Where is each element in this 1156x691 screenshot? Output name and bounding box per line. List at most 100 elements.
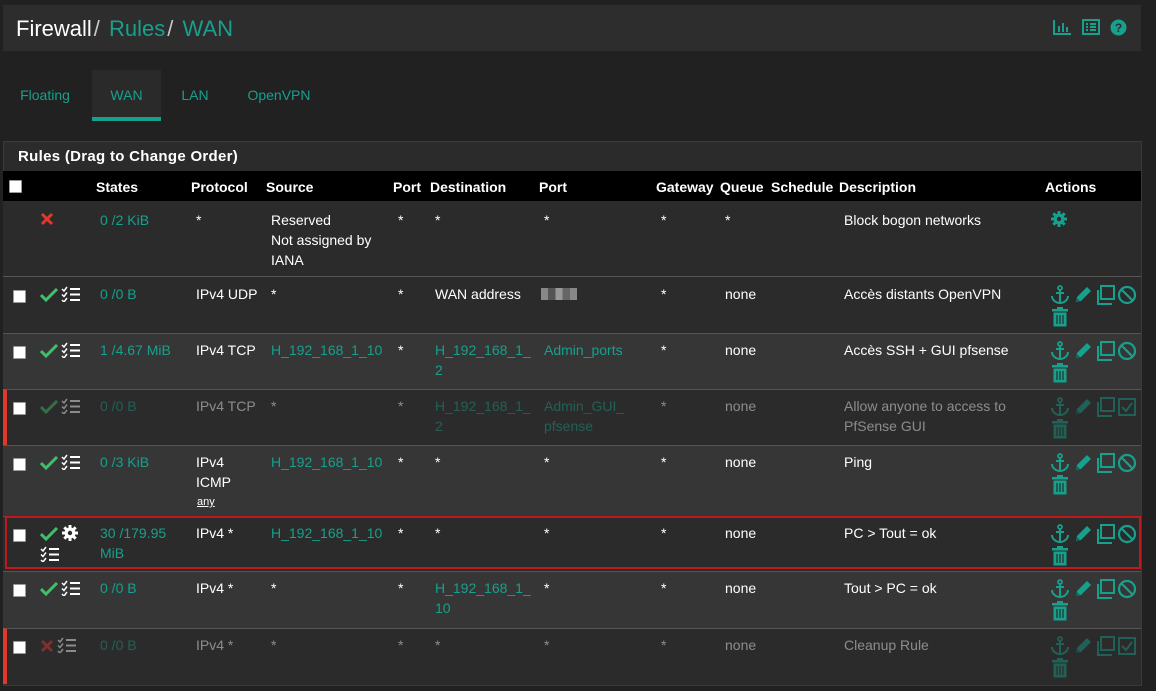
trash-icon[interactable]: [1051, 546, 1069, 566]
states-link[interactable]: 0 /0 B: [100, 635, 137, 655]
copy-icon[interactable]: [1095, 397, 1115, 417]
table-row[interactable]: 0 /0 B IPv4 UDP * * WAN address * none A…: [3, 276, 1141, 333]
destination-alias-link[interactable]: H_192_168_1_: [435, 578, 531, 598]
col-queue: Queue: [720, 179, 764, 195]
edit-pencil-icon[interactable]: [1073, 285, 1093, 305]
enable-checkbox-icon[interactable]: [1117, 397, 1137, 417]
table-row[interactable]: 0 /3 KiB IPv4 ICMP any H_192_168_1_10 * …: [3, 445, 1141, 516]
select-all-checkbox[interactable]: [9, 180, 22, 193]
table-row[interactable]: 0 /0 B IPv4 * * * H_192_168_1_ 10 * * no…: [3, 571, 1141, 628]
copy-icon[interactable]: [1095, 524, 1115, 544]
pass-check-icon: [40, 582, 58, 596]
tab-openvpn[interactable]: OpenVPN: [238, 70, 320, 118]
trash-icon[interactable]: [1051, 475, 1069, 495]
destination-alias-link[interactable]: 10: [435, 598, 451, 618]
anchor-icon[interactable]: [1050, 285, 1070, 305]
edit-pencil-icon[interactable]: [1073, 341, 1093, 361]
trash-icon[interactable]: [1051, 307, 1069, 327]
dest-port-alias-link[interactable]: pfsense: [544, 416, 593, 436]
destination-cell: WAN address: [435, 286, 521, 302]
icmp-type-link[interactable]: any: [197, 492, 215, 512]
states-link[interactable]: 0 /0 B: [100, 396, 137, 416]
copy-icon[interactable]: [1095, 636, 1115, 656]
row-checkbox[interactable]: [13, 584, 26, 597]
destination-alias-link[interactable]: 2: [435, 360, 443, 380]
chart-icon[interactable]: [1053, 19, 1072, 36]
destination-alias-link[interactable]: 2: [435, 416, 443, 436]
anchor-icon[interactable]: [1050, 524, 1070, 544]
states-link[interactable]: 30 /179.95: [100, 523, 166, 543]
dest-port-alias-link[interactable]: Admin_ports: [544, 340, 623, 360]
panel-title: Rules (Drag to Change Order): [18, 148, 239, 165]
tab-wan[interactable]: WAN: [92, 70, 161, 121]
states-link[interactable]: 0 /0 B: [100, 284, 137, 304]
row-checkbox[interactable]: [13, 529, 26, 542]
pass-check-icon: [40, 344, 58, 358]
destination-alias-link[interactable]: H_192_168_1_: [435, 340, 531, 360]
trash-icon[interactable]: [1051, 419, 1069, 439]
list-icon[interactable]: [1082, 19, 1100, 36]
port-cell: *: [398, 342, 404, 358]
tab-lan[interactable]: LAN: [172, 70, 218, 118]
description-cell: Allow anyone to access to: [844, 398, 1006, 414]
destination-alias-link[interactable]: H_192_168_1_: [435, 396, 531, 416]
anchor-icon[interactable]: [1050, 636, 1070, 656]
disable-ban-icon[interactable]: [1117, 285, 1137, 305]
enable-checkbox-icon[interactable]: [1117, 636, 1137, 656]
copy-icon[interactable]: [1095, 285, 1115, 305]
source-cell: *: [271, 580, 277, 596]
copy-icon[interactable]: [1095, 341, 1115, 361]
table-row-selected[interactable]: 30 /179.95 MiB IPv4 * H_192_168_1_10 * *…: [3, 516, 1141, 571]
row-checkbox[interactable]: [13, 458, 26, 471]
row-checkbox[interactable]: [13, 641, 26, 654]
trash-icon[interactable]: [1051, 658, 1069, 678]
states-link[interactable]: 0 /2 KiB: [100, 210, 149, 230]
row-checkbox[interactable]: [13, 290, 26, 303]
copy-icon[interactable]: [1095, 579, 1115, 599]
edit-pencil-icon[interactable]: [1073, 636, 1093, 656]
states-link[interactable]: 0 /0 B: [100, 578, 137, 598]
destination-cell: *: [435, 212, 441, 228]
edit-pencil-icon[interactable]: [1073, 579, 1093, 599]
tab-floating[interactable]: Floating: [10, 70, 80, 118]
states-link[interactable]: 1 /4.67 MiB: [100, 340, 171, 360]
col-protocol: Protocol: [191, 179, 248, 195]
port-cell: *: [398, 212, 404, 228]
breadcrumb-rules-link[interactable]: Rules: [109, 16, 165, 41]
disable-ban-icon[interactable]: [1117, 524, 1137, 544]
edit-pencil-icon[interactable]: [1073, 397, 1093, 417]
anchor-icon[interactable]: [1050, 341, 1070, 361]
table-row[interactable]: 0 /2 KiB * Reserved Not assigned by IANA…: [3, 201, 1141, 276]
edit-pencil-icon[interactable]: [1073, 524, 1093, 544]
row-checkbox[interactable]: [13, 402, 26, 415]
trash-icon[interactable]: [1051, 363, 1069, 383]
source-alias-link[interactable]: H_192_168_1_10: [271, 452, 382, 472]
list-check-icon: [40, 546, 60, 562]
anchor-icon[interactable]: [1050, 453, 1070, 473]
settings-gear-icon[interactable]: [1050, 210, 1068, 228]
source-alias-link[interactable]: H_192_168_1_10: [271, 523, 382, 543]
anchor-icon[interactable]: [1050, 579, 1070, 599]
disable-ban-icon[interactable]: [1117, 453, 1137, 473]
dest-port-alias-link[interactable]: Admin_GUI_: [544, 396, 624, 416]
gateway-cell: *: [661, 580, 667, 596]
row-checkbox[interactable]: [13, 346, 26, 359]
source-alias-link[interactable]: H_192_168_1_10: [271, 340, 382, 360]
copy-icon[interactable]: [1095, 453, 1115, 473]
anchor-icon[interactable]: [1050, 397, 1070, 417]
states-link[interactable]: 0 /3 KiB: [100, 452, 149, 472]
disable-ban-icon[interactable]: [1117, 341, 1137, 361]
table-row-disabled[interactable]: 0 /0 B IPv4 * * * * * * none Cleanup Rul…: [3, 628, 1141, 684]
trash-icon[interactable]: [1051, 601, 1069, 621]
states-link[interactable]: MiB: [100, 543, 124, 563]
breadcrumb-firewall: Firewall: [16, 16, 92, 41]
table-row-disabled[interactable]: 0 /0 B IPv4 TCP * * H_192_168_1_ 2 Admin…: [3, 389, 1141, 445]
destination-cell: *: [435, 454, 441, 470]
help-icon[interactable]: ?: [1110, 19, 1127, 36]
breadcrumb-wan-link[interactable]: WAN: [183, 16, 234, 41]
queue-cell: none: [725, 286, 757, 302]
edit-pencil-icon[interactable]: [1073, 453, 1093, 473]
disable-ban-icon[interactable]: [1117, 579, 1137, 599]
table-row[interactable]: 1 /4.67 MiB IPv4 TCP H_192_168_1_10 * H_…: [3, 333, 1141, 389]
table-header: States Protocol Source Port Destination …: [3, 171, 1141, 201]
